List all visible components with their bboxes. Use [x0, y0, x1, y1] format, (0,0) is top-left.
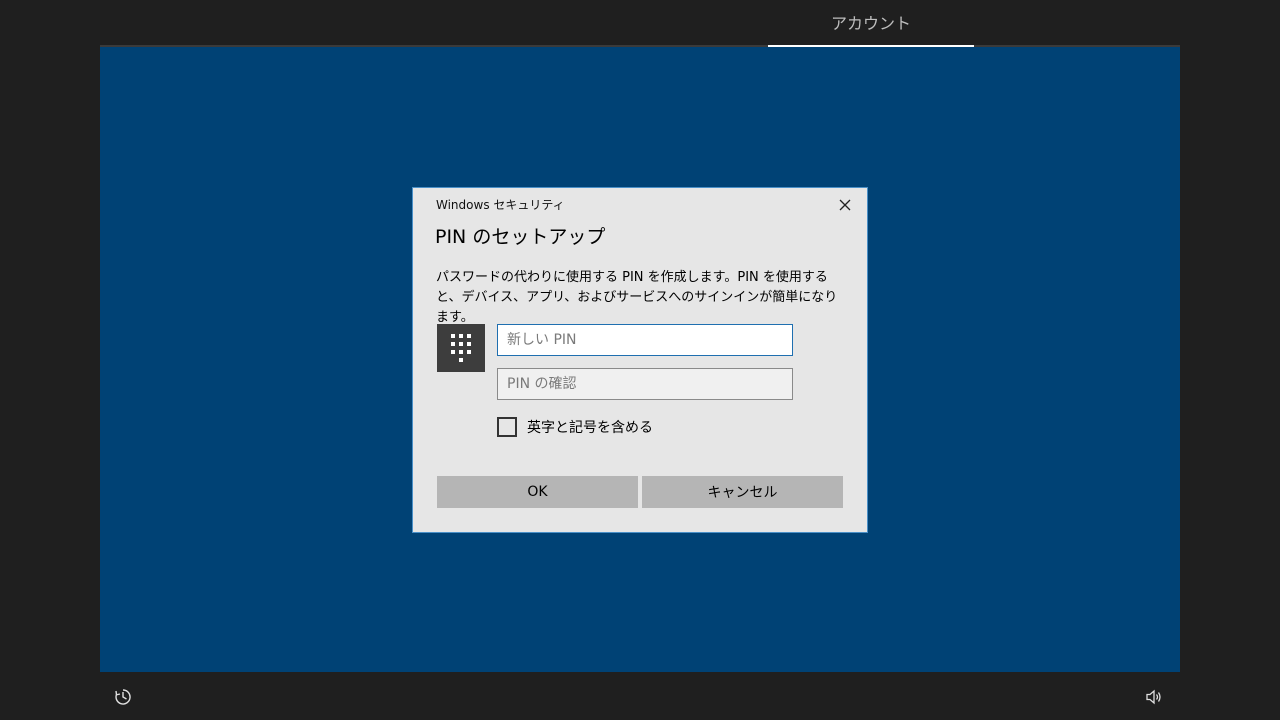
dialog-description: パスワードの代わりに使用する PIN を作成します。PIN を使用すると、デバイ… — [436, 270, 838, 325]
confirm-pin-input[interactable] — [497, 368, 793, 400]
include-letters-label: 英字と記号を含める — [527, 420, 653, 436]
tab-account[interactable]: アカウント — [768, 0, 974, 48]
close-button[interactable] — [833, 194, 857, 216]
include-letters-checkbox[interactable] — [497, 417, 517, 437]
screen: アカウント Windows セキュリティ PIN のセットアップ パスワードの代… — [0, 0, 1280, 720]
pin-setup-dialog: Windows セキュリティ PIN のセットアップ パスワードの代わりに使用す… — [412, 187, 868, 533]
close-icon — [839, 199, 851, 211]
volume-icon[interactable] — [1145, 688, 1163, 706]
dialog-source-label: Windows セキュリティ — [436, 198, 565, 212]
new-pin-input[interactable] — [497, 324, 793, 356]
cancel-button[interactable]: キャンセル — [642, 476, 843, 508]
ok-button[interactable]: OK — [437, 476, 638, 508]
include-letters-option[interactable]: 英字と記号を含める — [497, 417, 653, 437]
dialog-title: PIN のセットアップ — [435, 226, 606, 248]
ease-of-access-icon[interactable] — [114, 688, 132, 706]
keypad-icon — [437, 324, 485, 372]
